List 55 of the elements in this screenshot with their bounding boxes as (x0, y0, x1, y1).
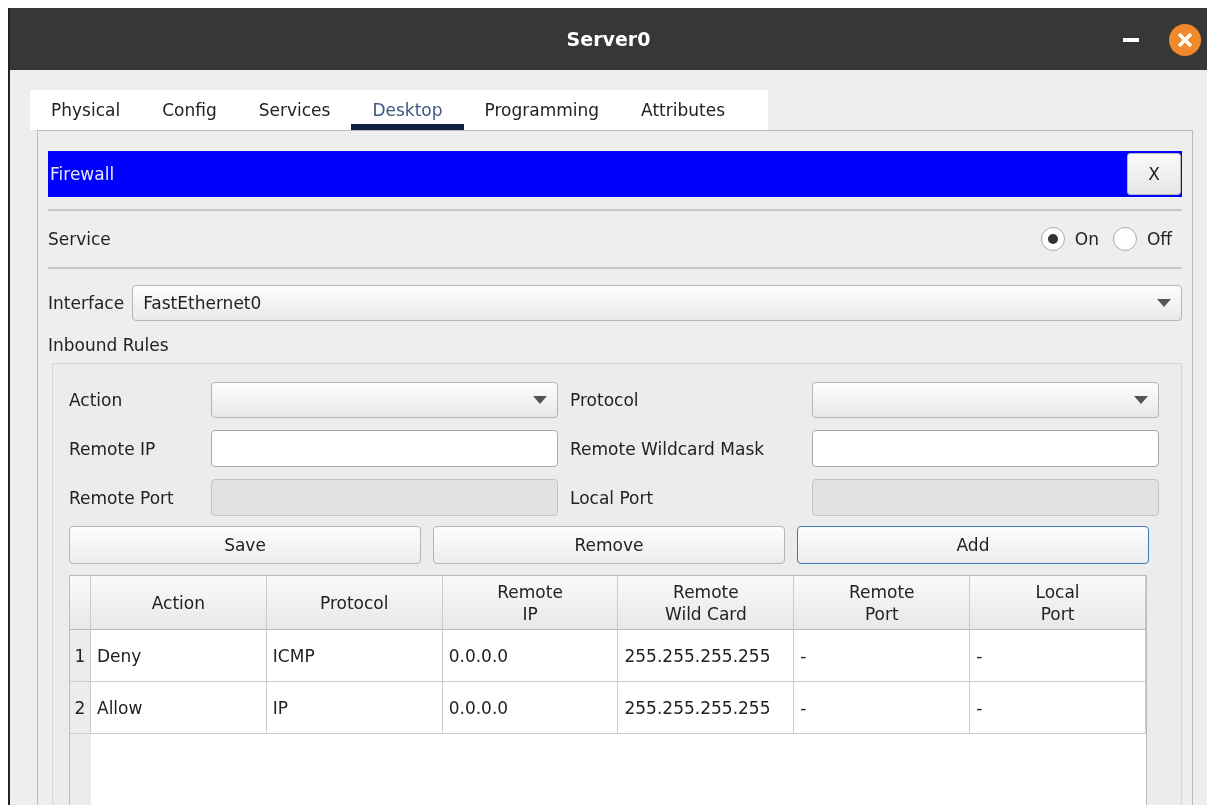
row-number: 2 (70, 682, 91, 734)
field-label: Local Port (570, 487, 655, 508)
tab[interactable]: Physical (30, 90, 142, 130)
caret-icon (1134, 396, 1148, 404)
close-icon[interactable] (1169, 24, 1201, 56)
radio-label[interactable]: On (1074, 229, 1099, 249)
tab[interactable]: Desktop (351, 90, 464, 130)
input-field[interactable] (211, 430, 558, 467)
table-cell: Allow (91, 682, 267, 734)
table-cell: - (970, 630, 1146, 682)
table-cell: IP (266, 682, 443, 734)
table-cell: 0.0.0.0 (442, 630, 619, 682)
tab[interactable]: Config (141, 90, 238, 130)
header-corner (70, 576, 91, 630)
service-label: Service (48, 229, 111, 249)
close-button[interactable]: X (1127, 153, 1181, 195)
field-label: Remote IP (69, 438, 157, 459)
dropdown[interactable] (812, 382, 1159, 418)
interface-label: Interface (48, 293, 125, 313)
table-cell: - (794, 682, 971, 734)
table-cell: 0.0.0.0 (442, 682, 619, 734)
section-title: Inbound Rules (48, 335, 169, 355)
table-cell: - (794, 630, 971, 682)
radio-button[interactable] (1040, 227, 1065, 251)
radio-label[interactable]: Off (1146, 229, 1172, 249)
input-field[interactable] (812, 430, 1159, 467)
tab[interactable]: Services (237, 90, 352, 130)
row-number: 1 (70, 630, 91, 682)
field-label: Remote Wildcard Mask (570, 438, 766, 459)
caret-icon (1157, 299, 1171, 307)
window-title: Server0 (566, 28, 651, 50)
tab[interactable]: Programming (463, 90, 621, 130)
interface-dropdown[interactable]: FastEthernet0 (132, 285, 1182, 321)
column-header[interactable]: Protocol (266, 576, 443, 630)
table-cell: 255.255.255.255 (618, 682, 795, 734)
dropdown[interactable] (211, 382, 558, 418)
panel-title: Firewall (49, 164, 115, 184)
radio-button[interactable] (1112, 227, 1137, 251)
column-header[interactable]: Remote IP (442, 576, 619, 630)
action-button[interactable]: Add (797, 526, 1149, 564)
table-cell: 255.255.255.255 (618, 630, 795, 682)
column-header[interactable]: Action (91, 576, 267, 630)
field-label: Action (69, 390, 124, 410)
field-label: Protocol (570, 390, 640, 410)
tab[interactable]: Attributes (620, 90, 746, 130)
field-label: Remote Port (69, 487, 175, 508)
column-header[interactable]: Remote Wild Card (618, 576, 795, 630)
action-button[interactable]: Remove (433, 526, 785, 564)
action-button[interactable]: Save (69, 526, 421, 564)
table-cell: Deny (91, 630, 267, 682)
caret-icon (533, 396, 547, 404)
table-cell: - (970, 682, 1146, 734)
column-header[interactable]: Local Port (970, 576, 1146, 630)
table-cell: ICMP (266, 630, 443, 682)
column-header[interactable]: Remote Port (794, 576, 971, 630)
